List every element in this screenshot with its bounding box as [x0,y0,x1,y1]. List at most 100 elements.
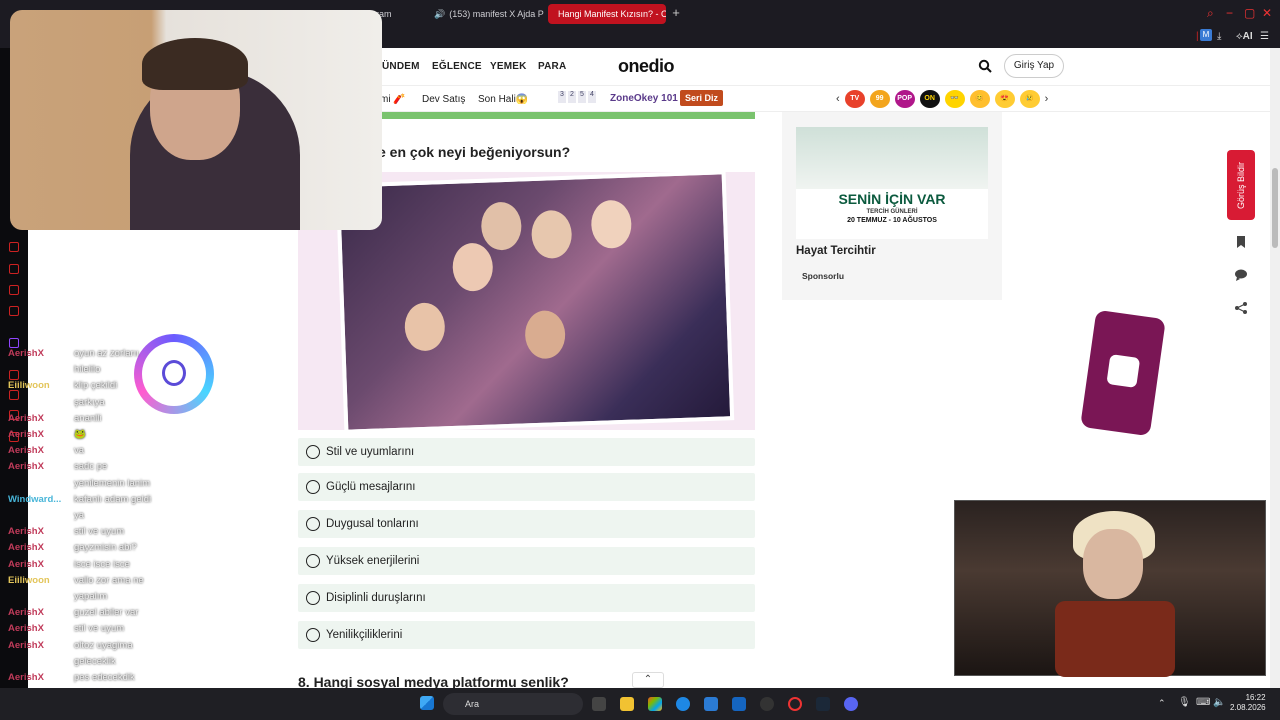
scroll-up-button[interactable]: ⌃ [632,672,664,688]
tab-onedio[interactable]: Hangi Manifest Kızısın? - O [548,4,666,24]
chat-text: 🐸 [74,429,86,440]
discord-icon[interactable] [844,697,858,711]
nav-link-eglence[interactable]: EĞLENCE [432,61,482,72]
sidebar-music-icon[interactable] [9,306,19,316]
answer-option[interactable]: Yenilikçiliklerini [298,621,755,649]
badge-on[interactable]: ON [919,90,940,108]
extension-divider-icon: | [1196,31,1199,42]
menu-icon[interactable]: ☰ [1260,31,1269,42]
badge-smile[interactable]: 😊 [969,90,990,108]
nav-link-para[interactable]: PARA [538,61,566,72]
nav-link-yemek[interactable]: YEMEK [490,61,527,72]
scrollbar-thumb[interactable] [1272,168,1278,248]
chat-message: AerishX oltoz uyagima [8,639,133,651]
tray-chevron-icon[interactable]: ⌃ [1158,698,1166,709]
feedback-button[interactable]: Görüş Bildir [1227,150,1255,220]
chat-text: stil ve uyum [74,526,125,538]
minimize-button[interactable]: − [1226,6,1233,20]
sidebar-wallet-icon[interactable] [9,285,19,295]
radio-button[interactable] [306,480,320,494]
score-digit: 3 [558,91,566,103]
app-icon[interactable] [704,697,718,711]
clock[interactable]: 16:22 2.08.2026 [1230,693,1266,713]
subnav-link-1[interactable]: mi 🧨 [380,94,406,105]
chat-text: geleceklik [74,655,116,667]
page-scrollbar[interactable] [1270,48,1280,688]
radio-button[interactable] [306,445,320,459]
chat-message: AerishX stil ve uyum [8,526,124,537]
answer-option[interactable]: Stil ve uyumlarını [298,438,755,466]
chat-text: şarkıya [74,396,105,408]
bookmark-icon[interactable] [1234,235,1248,249]
radio-button[interactable] [306,554,320,568]
radio-button[interactable] [306,591,320,605]
answer-option[interactable]: Yüksek enerjilerini [298,547,755,575]
badge-tv[interactable]: TV [844,90,865,108]
start-button[interactable] [420,696,434,710]
nav-link-gundem[interactable]: ÜNDEM [382,61,420,72]
zone-score-grid[interactable]: 3 2 5 4 [558,91,596,103]
app-icon[interactable] [648,697,662,711]
question-title: e en çok neyi beğeniyorsun? [378,144,571,160]
subnav-link-son-hali[interactable]: Son Hali😱 [478,94,528,105]
chat-message: AerishX 🐸 [8,429,86,440]
volume-icon[interactable]: 🔈 [1213,697,1225,708]
site-logo[interactable]: onedio [618,56,675,77]
chevron-right-icon[interactable]: › [1045,93,1049,105]
task-view-icon[interactable] [592,697,606,711]
radio-button[interactable] [306,628,320,642]
chat-username: AerishX [8,461,44,473]
chat-username: AerishX [8,429,44,440]
chat-username: Eiiliwoon [8,574,50,586]
maximize-button[interactable]: ▢ [1244,6,1255,20]
sidebar-bookmarks-icon[interactable] [9,264,19,274]
sponsor-card[interactable]: SENİN İÇİN VAR TERCİH GÜNLERİ 20 TEMMUZ … [782,112,1002,300]
badge-cry[interactable]: 😢 [1019,90,1040,108]
badge-99[interactable]: 99 [869,90,890,108]
answer-option[interactable]: Güçlü mesajlarını [298,473,755,501]
search-icon[interactable] [978,59,992,73]
seri-diz-button[interactable]: Seri Diz [680,90,724,106]
streamer-hair [142,38,248,90]
extension-m-icon[interactable]: M [1200,29,1212,41]
badge-pop[interactable]: POP [894,90,915,108]
edge-icon[interactable] [676,697,690,711]
comment-icon[interactable] [1234,268,1248,282]
chat-username: AerishX [8,672,44,683]
new-tab-button[interactable]: + [668,5,684,21]
chat-text: klip çekildi [74,380,118,392]
opera-icon[interactable] [788,697,802,711]
download-icon[interactable]: ⤓ [1217,31,1221,42]
video-overlay[interactable] [954,500,1266,677]
sponsor-name[interactable]: Hayat Tercihtir [796,245,876,257]
phone-ad-image[interactable] [1080,309,1166,437]
chevron-left-icon[interactable]: ‹ [836,93,840,105]
taskbar-search[interactable]: Ara [443,693,583,715]
search-tabs-icon[interactable]: ⌕ [1207,6,1214,21]
ai-button[interactable]: ⟡AI [1236,31,1253,42]
webcam-overlay [10,10,382,230]
github-icon[interactable] [760,697,774,711]
login-button[interactable]: Giriş Yap [1004,54,1064,78]
microphone-icon[interactable]: 🎙 [1178,697,1191,708]
radio-button[interactable] [306,517,320,531]
steam-icon[interactable] [816,697,830,711]
zoneokey-link[interactable]: ZoneOkey 101 [610,93,678,104]
calculator-icon[interactable] [732,697,746,711]
badge-glasses[interactable]: 👓 [944,90,965,108]
close-button[interactable]: ✕ [1262,6,1272,20]
ad-people-image [796,127,988,189]
chat-username: AerishX [8,639,44,651]
score-digit: 4 [588,91,596,103]
subnav-link-dev-satis[interactable]: Dev Satış [422,94,465,105]
tab-youtube[interactable]: 🔊 (153) manifest X Ajda P [424,4,548,24]
sidebar-history-icon[interactable] [9,242,19,252]
answer-option[interactable]: Duygusal tonlarını [298,510,755,538]
answer-option[interactable]: Disiplinli duruşlarını [298,584,755,612]
share-icon[interactable] [1234,301,1248,315]
badge-love[interactable]: 😍 [994,90,1015,108]
sponsor-ad-image[interactable]: SENİN İÇİN VAR TERCİH GÜNLERİ 20 TEMMUZ … [796,127,988,239]
network-icon[interactable]: ⌨ [1196,697,1210,708]
chat-text: guzel abiler var [74,607,139,619]
file-explorer-icon[interactable] [620,697,634,711]
